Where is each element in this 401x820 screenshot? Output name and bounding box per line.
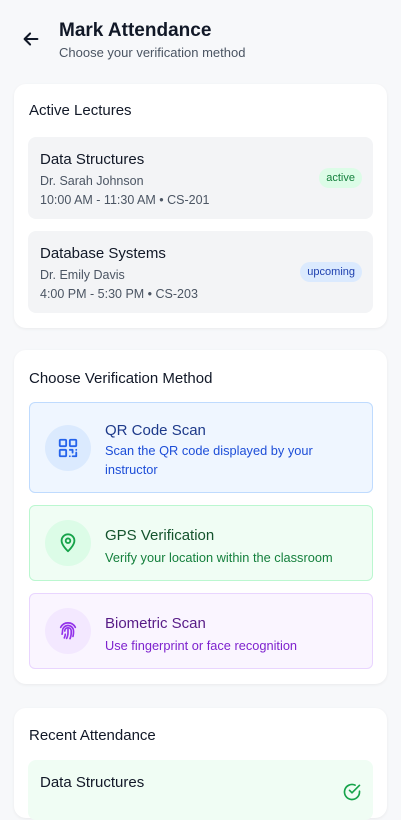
arrow-left-icon[interactable] (20, 28, 42, 50)
fingerprint-icon (45, 608, 91, 654)
page-title: Mark Attendance (59, 20, 212, 41)
map-pin-icon (45, 520, 91, 566)
method-title: Biometric Scan (105, 615, 206, 632)
lecture-card[interactable]: Data Structures Dr. Sarah Johnson 10:00 … (28, 137, 373, 219)
recent-attendance-title: Recent Attendance (29, 727, 156, 744)
page-header: Mark Attendance Choose your verification… (0, 0, 401, 70)
gps-verification-option[interactable]: GPS Verification Verify your location wi… (29, 505, 373, 581)
page-subtitle: Choose your verification method (59, 45, 246, 60)
lecture-instructor: Dr. Sarah Johnson (40, 174, 144, 188)
method-description: Use fingerprint or face recognition (105, 638, 298, 653)
status-badge: upcoming (300, 262, 362, 282)
method-title: GPS Verification (105, 527, 215, 544)
active-lectures-title: Active Lectures (29, 102, 132, 119)
method-title: QR Code Scan (105, 422, 206, 439)
lecture-time: 10:00 AM - 11:30 AM • CS-201 (40, 193, 210, 207)
lecture-card[interactable]: Database Systems Dr. Emily Davis 4:00 PM… (28, 231, 373, 313)
lecture-instructor: Dr. Emily Davis (40, 268, 125, 282)
recent-attendance-item[interactable]: Data Structures (28, 760, 373, 820)
check-circle-icon (343, 783, 361, 801)
recent-attendance-card: Recent Attendance Data Structures (14, 708, 387, 820)
method-description: Scan the QR code displayed by your instr… (105, 443, 313, 477)
qr-code-icon (45, 425, 91, 471)
qr-code-scan-option[interactable]: QR Code Scan Scan the QR code displayed … (29, 402, 373, 493)
lecture-name: Data Structures (40, 151, 145, 168)
method-description: Verify your location within the classroo… (105, 550, 333, 565)
biometric-scan-option[interactable]: Biometric Scan Use fingerprint or face r… (29, 593, 373, 669)
status-badge: active (319, 168, 362, 188)
lecture-time: 4:00 PM - 5:30 PM • CS-203 (40, 287, 198, 301)
recent-item-name: Data Structures (40, 774, 145, 791)
active-lectures-card: Active Lectures Data Structures Dr. Sara… (14, 84, 387, 328)
verification-card: Choose Verification Method QR Code Scan … (14, 350, 387, 684)
lecture-name: Database Systems (40, 245, 166, 262)
verification-title: Choose Verification Method (29, 370, 213, 387)
